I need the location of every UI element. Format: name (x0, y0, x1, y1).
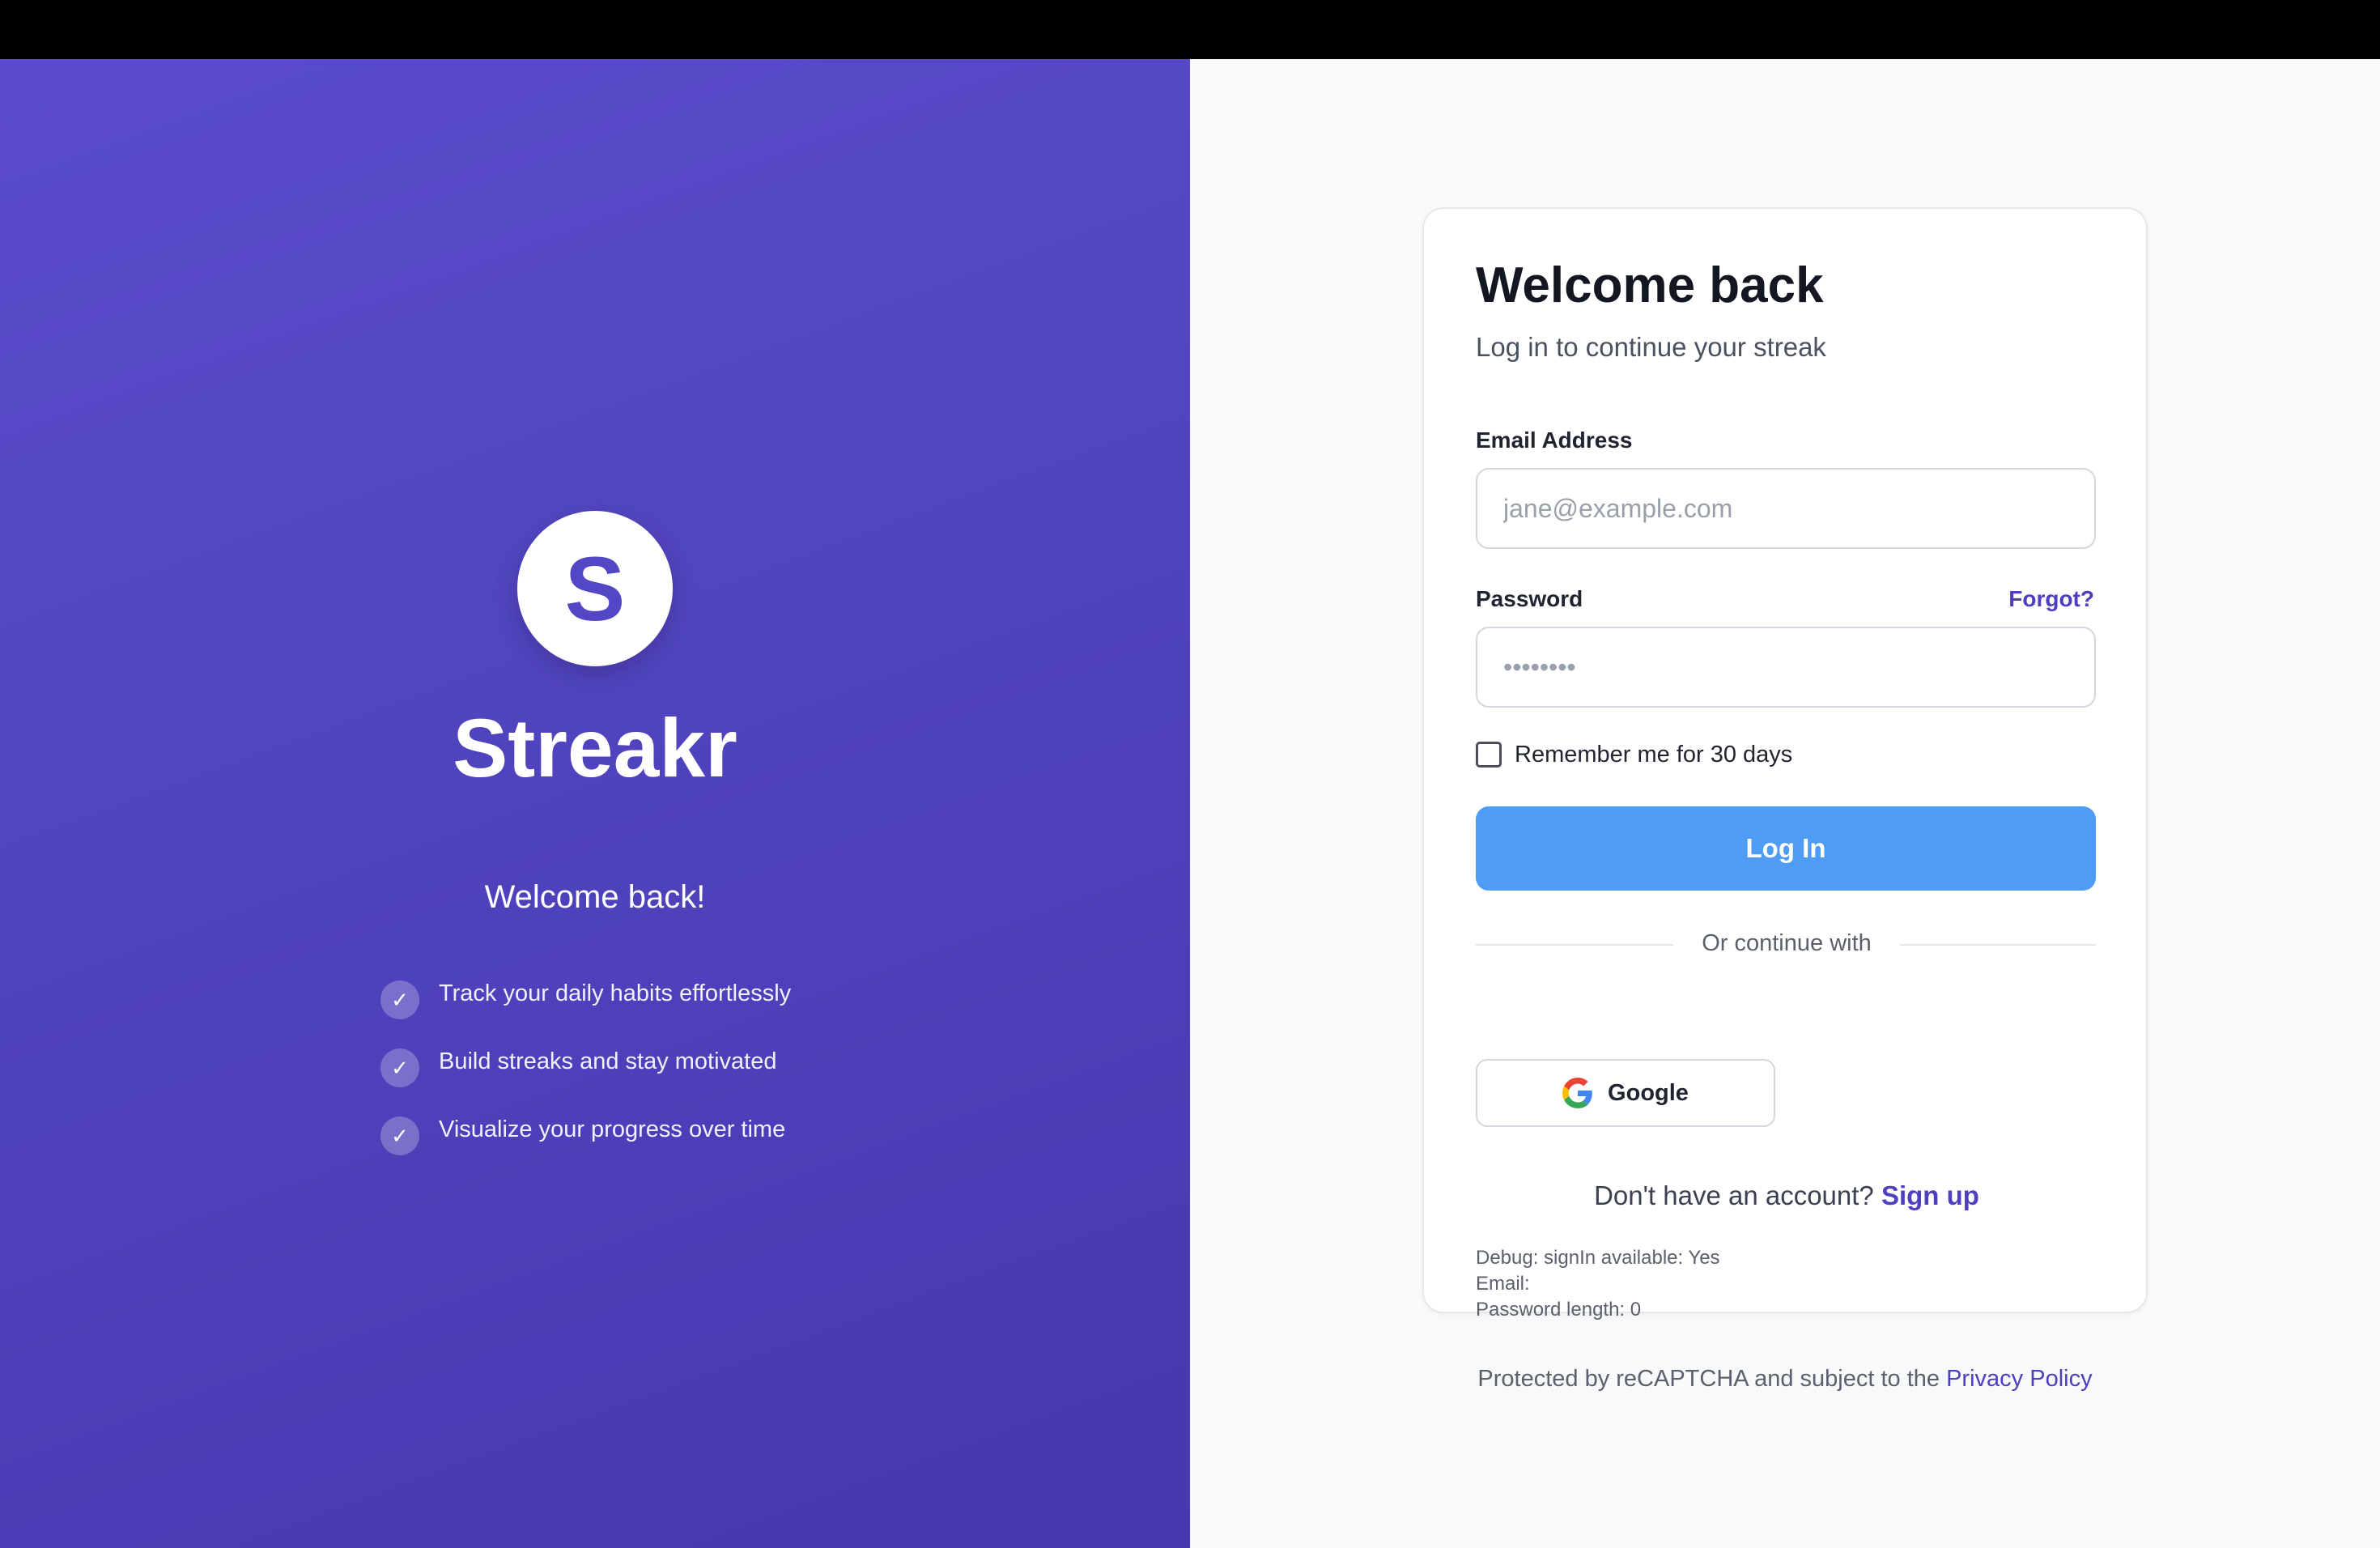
google-icon (1562, 1078, 1592, 1108)
brand-logo: S (517, 511, 673, 666)
password-input[interactable] (1476, 627, 2096, 708)
recaptcha-note: Protected by reCAPTCHA and subject to th… (1190, 1367, 2380, 1391)
remember-me-checkbox[interactable] (1476, 742, 1502, 768)
google-signin-button[interactable]: Google (1476, 1059, 1775, 1127)
brand-name: Streakr (453, 702, 737, 794)
recaptcha-text: Protected by reCAPTCHA and subject to th… (1477, 1366, 1940, 1392)
remember-me-row[interactable]: Remember me for 30 days (1476, 742, 1792, 768)
page-subtitle: Log in to continue your streak (1476, 332, 1826, 362)
debug-line: Password length: 0 (1476, 1299, 1642, 1320)
check-icon: ✓ (380, 1048, 419, 1087)
signup-link[interactable]: Sign up (1881, 1180, 1979, 1210)
page-title: Welcome back (1476, 257, 1824, 313)
signup-prompt-text: Don't have an account? (1594, 1180, 1874, 1210)
password-label: Password (1476, 586, 1583, 611)
check-icon: ✓ (380, 1116, 419, 1155)
email-input[interactable] (1476, 468, 2096, 549)
privacy-policy-link[interactable]: Privacy Policy (1946, 1366, 2093, 1392)
feature-text: Track your daily habits effortlessly (439, 980, 792, 1006)
login-button[interactable]: Log In (1476, 806, 2096, 891)
check-icon: ✓ (380, 980, 419, 1019)
divider-right (1900, 944, 2096, 946)
feature-item: ✓ Visualize your progress over time (380, 1110, 791, 1178)
brand-logo-letter: S (564, 538, 626, 640)
feature-text: Build streaks and stay motivated (439, 1048, 777, 1074)
email-label: Email Address (1476, 427, 1633, 453)
feature-item: ✓ Build streaks and stay motivated (380, 1042, 791, 1110)
signup-prompt: Don't have an account? Sign up (1424, 1182, 2149, 1209)
feature-text: Visualize your progress over time (439, 1116, 786, 1142)
login-card: Welcome back Log in to continue your str… (1422, 207, 2149, 1320)
forgot-password-link[interactable]: Forgot? (2008, 588, 2094, 610)
remember-me-label: Remember me for 30 days (1515, 741, 1793, 768)
debug-line: Email: (1476, 1273, 1530, 1295)
feature-item: ✓ Track your daily habits effortlessly (380, 974, 791, 1042)
window-top-bar (0, 0, 2380, 59)
google-label: Google (1608, 1079, 1689, 1106)
brand-tagline: Welcome back! (484, 879, 706, 915)
feature-list: ✓ Track your daily habits effortlessly ✓… (380, 974, 791, 1178)
debug-line: Debug: signIn available: Yes (1476, 1247, 1720, 1269)
brand-panel: S Streakr Welcome back! ✓ Track your dai… (0, 59, 1190, 1548)
login-panel: Welcome back Log in to continue your str… (1190, 59, 2380, 1548)
debug-info: Debug: signIn available: Yes Email: Pass… (1476, 1245, 1720, 1323)
